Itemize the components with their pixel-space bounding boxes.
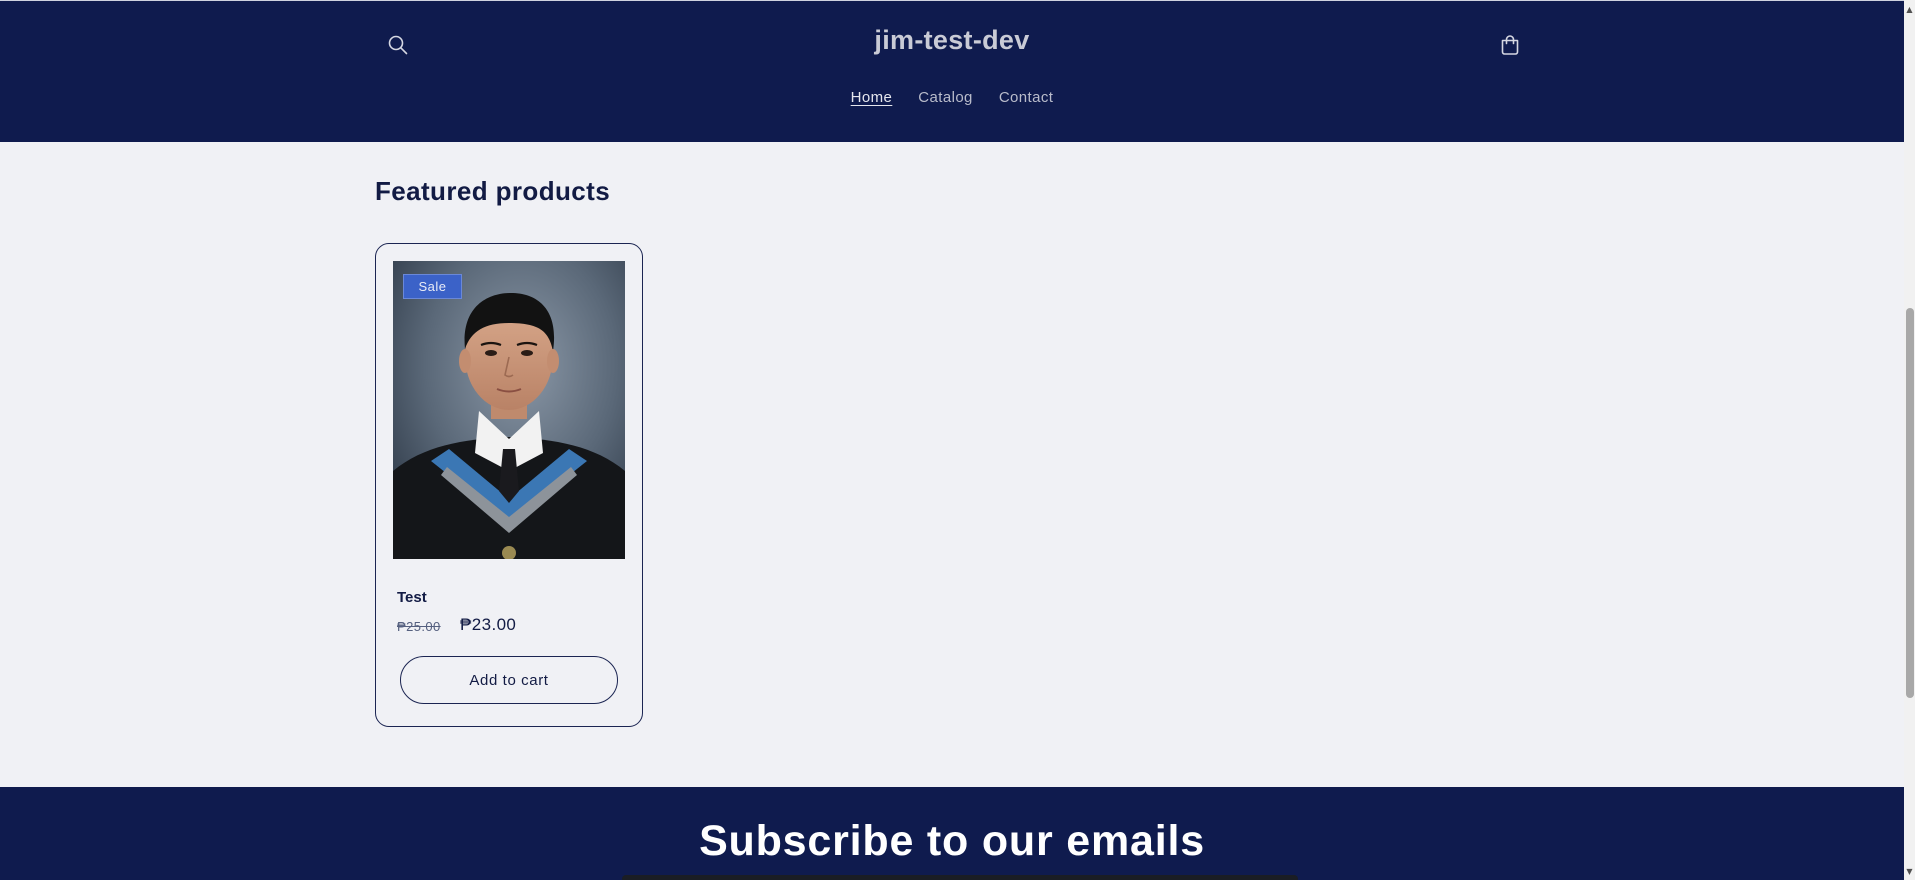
nav-item-catalog[interactable]: Catalog xyxy=(918,89,973,106)
product-card: Sale Test ₱25.00 ₱23.00 Add to cart xyxy=(375,243,643,727)
newsletter-section: Subscribe to our emails xyxy=(0,787,1904,880)
main-nav: Home Catalog Contact xyxy=(0,89,1904,106)
product-sale-price: ₱23.00 xyxy=(460,615,517,634)
nav-item-contact[interactable]: Contact xyxy=(999,89,1054,106)
site-title[interactable]: jim-test-dev xyxy=(0,25,1904,56)
cart-icon xyxy=(1501,35,1519,55)
scrollbar-thumb[interactable] xyxy=(1906,308,1914,698)
cart-button[interactable] xyxy=(1492,27,1528,63)
newsletter-heading: Subscribe to our emails xyxy=(699,817,1205,865)
product-original-price: ₱25.00 xyxy=(397,619,441,634)
product-image[interactable] xyxy=(393,261,625,559)
site-header: jim-test-dev Home Catalog Contact xyxy=(0,0,1904,142)
scroll-down-icon[interactable]: ▼ xyxy=(1904,864,1915,878)
product-title[interactable]: Test xyxy=(397,589,427,606)
sale-badge: Sale xyxy=(403,274,462,299)
add-to-cart-button[interactable]: Add to cart xyxy=(400,656,618,704)
page: jim-test-dev Home Catalog Contact Featur… xyxy=(0,0,1915,880)
product-photo xyxy=(393,261,625,559)
nav-item-home[interactable]: Home xyxy=(851,89,893,106)
vertical-scrollbar[interactable]: ▲ ▼ xyxy=(1904,0,1915,880)
bottom-overlay-bar xyxy=(622,875,1298,880)
scroll-up-icon[interactable]: ▲ xyxy=(1904,2,1915,16)
featured-products-heading: Featured products xyxy=(375,176,611,206)
